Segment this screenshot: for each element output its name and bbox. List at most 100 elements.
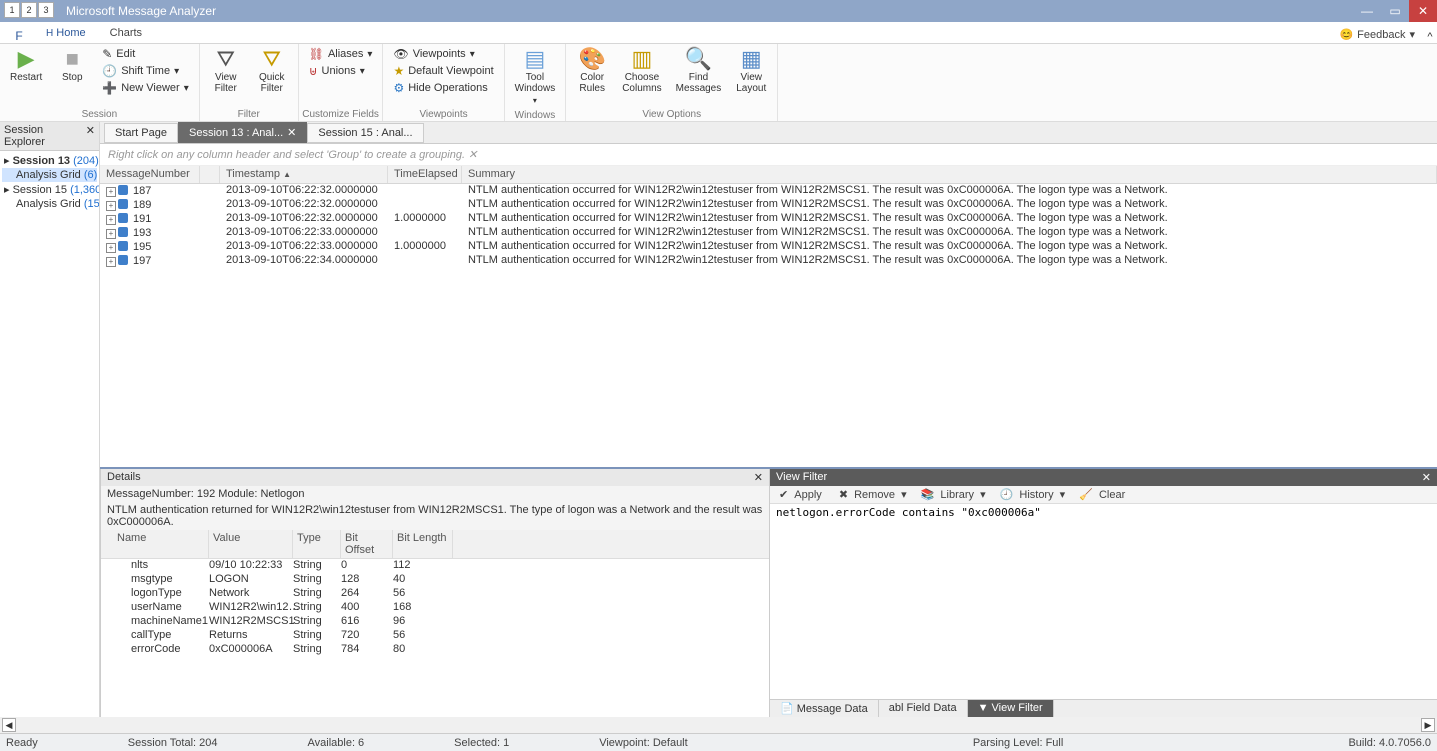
qat-1[interactable]: 1: [4, 2, 20, 18]
quick-access-toolbar: 1 2 3: [4, 2, 54, 18]
clear-button[interactable]: 🧹 Clear: [1076, 488, 1131, 501]
close-button[interactable]: ✕: [1409, 0, 1437, 22]
tab-view-filter[interactable]: ▼ View Filter: [968, 700, 1054, 717]
unions-button[interactable]: ⊎Unions ▾: [305, 63, 377, 79]
dcol-bitoffset[interactable]: Bit Offset: [341, 530, 393, 558]
details-row[interactable]: logonTypeNetworkString26456: [101, 587, 769, 601]
table-row[interactable]: + 1972013-09-10T06:22:34.0000000NTLM aut…: [100, 254, 1437, 268]
status-parsing-level: Parsing Level: Full: [973, 737, 1064, 749]
restore-button[interactable]: ▭: [1381, 0, 1409, 22]
col-summary[interactable]: Summary: [462, 166, 1437, 183]
plus-icon: ➕: [102, 81, 117, 95]
table-row[interactable]: + 1872013-09-10T06:22:32.0000000NTLM aut…: [100, 184, 1437, 198]
col-timeelapsed[interactable]: TimeElapsed: [388, 166, 462, 183]
tab-home[interactable]: H Home: [34, 23, 98, 43]
details-row[interactable]: msgtypeLOGONString12840: [101, 573, 769, 587]
status-available: Available: 6: [308, 737, 365, 749]
tree-node[interactable]: ▸ Session 13 (204): [2, 153, 97, 168]
details-row[interactable]: errorCode0xC000006AString78480: [101, 643, 769, 657]
viewpoints-button[interactable]: 👁Viewpoints ▾: [389, 46, 497, 62]
horizontal-scrollbar[interactable]: ◀ ▶: [0, 717, 1437, 733]
status-selected: Selected: 1: [454, 737, 509, 749]
tree-node[interactable]: Analysis Grid (6): [2, 168, 97, 182]
dcol-bitlength[interactable]: Bit Length: [393, 530, 453, 558]
doc-tab[interactable]: Start Page: [104, 123, 178, 143]
file-tab-marker[interactable]: F: [4, 29, 34, 43]
close-icon[interactable]: ✕: [1422, 471, 1431, 484]
default-viewpoint-button[interactable]: ★Default Viewpoint: [389, 63, 497, 79]
table-row[interactable]: + 1952013-09-10T06:22:33.00000001.000000…: [100, 240, 1437, 254]
dcol-name[interactable]: Name: [113, 530, 209, 558]
history-button[interactable]: 🕘 History ▾: [997, 488, 1069, 501]
details-row[interactable]: machineName1WIN12R2MSCS1String61696: [101, 615, 769, 629]
details-header: Details✕: [101, 469, 769, 486]
qat-3[interactable]: 3: [38, 2, 54, 18]
minimize-button[interactable]: —: [1353, 0, 1381, 22]
details-row[interactable]: nlts09/10 10:22:33String0112: [101, 559, 769, 573]
grouping-hint: Right click on any column header and sel…: [100, 144, 1437, 166]
quick-funnel-icon: ⛛: [262, 48, 280, 70]
tree-node[interactable]: ▸ Session 15 (1,360): [2, 182, 97, 197]
choose-columns-button[interactable]: ▥Choose Columns: [618, 46, 665, 96]
group-label-filter: Filter: [200, 108, 298, 121]
ribbon-group-viewpoints: 👁Viewpoints ▾ ★Default Viewpoint ⚙Hide O…: [383, 44, 504, 121]
filter-text-input[interactable]: [776, 506, 1431, 656]
funnel-icon: ⛛: [216, 48, 234, 70]
library-button[interactable]: 📚 Library ▾: [918, 488, 989, 501]
tab-charts[interactable]: Charts: [98, 23, 154, 43]
ribbon-collapse-icon[interactable]: ^: [1423, 31, 1437, 43]
grid-header[interactable]: MessageNumber Timestamp ▲ TimeElapsed Su…: [100, 166, 1437, 184]
tab-field-data[interactable]: abl Field Data: [879, 700, 968, 717]
doc-tab[interactable]: Session 13 : Anal... ✕: [178, 122, 307, 143]
tool-windows-button[interactable]: ▤Tool Windows▾: [511, 46, 560, 107]
window-controls: — ▭ ✕: [1353, 0, 1437, 22]
bottom-panels: Details✕ MessageNumber: 192 Module: Netl…: [100, 467, 1437, 717]
document-tabs: Start PageSession 13 : Anal... ✕Session …: [100, 122, 1437, 144]
stop-button[interactable]: ■Stop: [52, 46, 92, 85]
table-row[interactable]: + 1892013-09-10T06:22:32.0000000NTLM aut…: [100, 198, 1437, 212]
quick-filter-button[interactable]: ⛛Quick Filter: [252, 46, 292, 96]
new-viewer-button[interactable]: ➕New Viewer ▾: [98, 80, 192, 96]
col-timestamp[interactable]: Timestamp ▲: [220, 166, 388, 183]
details-grid-body[interactable]: nlts09/10 10:22:33String0112msgtypeLOGON…: [101, 559, 769, 657]
table-row[interactable]: + 1912013-09-10T06:22:32.00000001.000000…: [100, 212, 1437, 226]
table-row[interactable]: + 1932013-09-10T06:22:33.0000000NTLM aut…: [100, 226, 1437, 240]
session-explorer-tree[interactable]: ▸ Session 13 (204)Analysis Grid (6)▸ Ses…: [0, 151, 99, 717]
close-icon[interactable]: ✕: [754, 471, 763, 484]
restart-button[interactable]: ▶Restart: [6, 46, 46, 85]
dcol-value[interactable]: Value: [209, 530, 293, 558]
shift-time-button[interactable]: 🕘Shift Time ▾: [98, 63, 192, 79]
edit-button[interactable]: ✎Edit: [98, 46, 192, 62]
view-filter-button[interactable]: ⛛View Filter: [206, 46, 246, 96]
details-row[interactable]: callTypeReturnsString72056: [101, 629, 769, 643]
title-bar: 1 2 3 Microsoft Message Analyzer — ▭ ✕: [0, 0, 1437, 22]
view-layout-button[interactable]: ▦View Layout: [731, 46, 771, 96]
aliases-button[interactable]: ⛓Aliases ▾: [305, 46, 377, 62]
color-rules-button[interactable]: 🎨Color Rules: [572, 46, 612, 96]
feedback-button[interactable]: 😊 Feedback ▾: [1331, 26, 1423, 43]
workspace: Session Explorer✕ ▸ Session 13 (204)Anal…: [0, 122, 1437, 717]
col-flag[interactable]: [200, 166, 220, 183]
scroll-left-icon[interactable]: ◀: [2, 718, 16, 732]
qat-2[interactable]: 2: [21, 2, 37, 18]
tab-message-data[interactable]: 📄 Message Data: [770, 700, 879, 717]
remove-button[interactable]: ✖ Remove ▾: [836, 488, 910, 501]
tree-node[interactable]: Analysis Grid (15): [2, 197, 97, 211]
dcol-type[interactable]: Type: [293, 530, 341, 558]
col-messagenumber[interactable]: MessageNumber: [100, 166, 200, 183]
columns-icon: ▥: [632, 48, 653, 70]
details-row[interactable]: userNameWIN12R2\win12…String400168: [101, 601, 769, 615]
details-summary-1: MessageNumber: 192 Module: Netlogon: [101, 486, 769, 502]
close-icon[interactable]: ✕: [86, 124, 95, 148]
close-hint-icon[interactable]: ✕: [468, 149, 477, 161]
scroll-right-icon[interactable]: ▶: [1421, 718, 1435, 732]
hide-operations-button[interactable]: ⚙Hide Operations: [389, 80, 497, 96]
find-messages-button[interactable]: 🔍Find Messages: [672, 46, 726, 96]
group-label-viewoptions: View Options: [566, 108, 777, 121]
group-label-session: Session: [0, 108, 199, 121]
close-icon[interactable]: ✕: [287, 126, 296, 139]
grid-body[interactable]: + 1872013-09-10T06:22:32.0000000NTLM aut…: [100, 184, 1437, 467]
doc-tab[interactable]: Session 15 : Anal...: [307, 123, 423, 143]
gear-icon: ⚙: [393, 81, 404, 95]
apply-button[interactable]: ✔ Apply: [776, 488, 828, 501]
